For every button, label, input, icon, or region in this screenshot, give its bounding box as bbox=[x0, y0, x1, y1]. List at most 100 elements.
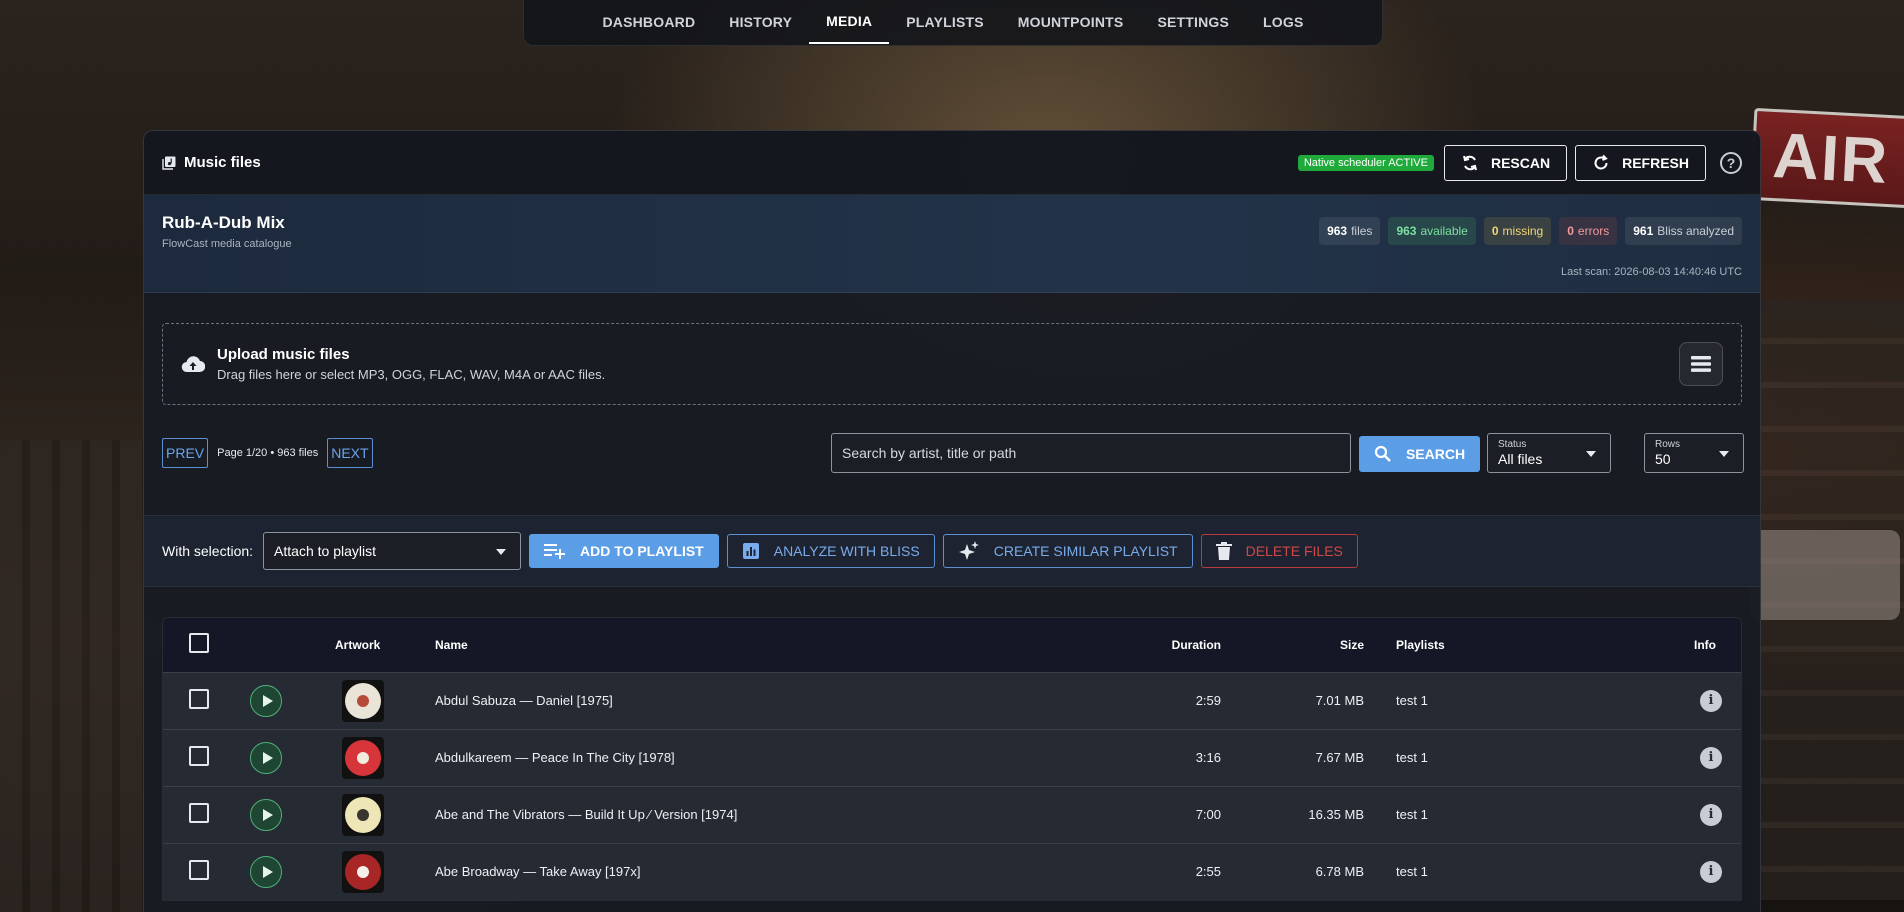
rescan-label: RESCAN bbox=[1490, 154, 1551, 171]
nav-playlists[interactable]: PLAYLISTS bbox=[889, 0, 1001, 44]
upload-subtitle: Drag files here or select MP3, OGG, FLAC… bbox=[217, 367, 606, 382]
upload-text: Upload music files Drag files here or se… bbox=[217, 346, 605, 382]
artwork-thumbnail bbox=[342, 736, 384, 779]
last-scan-timestamp: Last scan: 2026-08-03 14:40:46 UTC bbox=[1560, 266, 1742, 278]
track-name: Abe and The Vibrators — Build It Up ⁄ Ve… bbox=[435, 807, 738, 822]
rescan-button[interactable]: RESCAN bbox=[1443, 144, 1568, 181]
music-files-card: Music files Native scheduler ACTIVE RESC… bbox=[143, 130, 1761, 912]
row-artwork-cell bbox=[335, 672, 423, 729]
refresh-button[interactable]: REFRESH bbox=[1575, 144, 1706, 181]
info-icon[interactable]: i bbox=[1700, 803, 1722, 826]
stat-missing-label: missing bbox=[1502, 224, 1544, 238]
row-info-cell: i bbox=[1504, 672, 1741, 729]
rescan-icon bbox=[1462, 155, 1477, 170]
table-row[interactable]: Abdul Sabuza — Daniel [1975] 2:59 7.01 M… bbox=[163, 672, 1741, 729]
record-center bbox=[357, 808, 369, 821]
analyze-bliss-button[interactable]: ANALYZE WITH BLISS bbox=[726, 534, 935, 568]
play-button[interactable] bbox=[250, 684, 282, 717]
record-label-image bbox=[345, 853, 381, 890]
nav-dashboard[interactable]: DASHBOARD bbox=[585, 0, 712, 44]
queue-list-icon bbox=[1691, 356, 1711, 372]
help-icon[interactable]: ? bbox=[1720, 151, 1742, 174]
upload-queue-button[interactable] bbox=[1679, 342, 1723, 386]
row-checkbox[interactable] bbox=[189, 689, 209, 709]
nav-logs[interactable]: LOGS bbox=[1246, 0, 1320, 44]
name-header[interactable]: Name bbox=[423, 618, 963, 672]
upload-cloud-icon bbox=[181, 356, 205, 373]
record-label-image bbox=[345, 739, 381, 776]
table-row[interactable]: Abe and The Vibrators — Build It Up ⁄ Ve… bbox=[163, 786, 1741, 843]
row-info-cell: i bbox=[1504, 786, 1741, 843]
search-label: SEARCH bbox=[1405, 446, 1466, 462]
page-info: Page 1/20 • 963 files bbox=[217, 447, 319, 459]
rows-select[interactable]: Rows 50 bbox=[1644, 433, 1744, 473]
status-select-value: All files bbox=[1498, 451, 1543, 467]
add-to-playlist-button[interactable]: ADD TO PLAYLIST bbox=[529, 534, 719, 568]
stat-available-count: 963 bbox=[1396, 224, 1417, 238]
row-artwork-cell bbox=[335, 843, 423, 900]
record-label-image bbox=[345, 796, 381, 833]
row-select-cell bbox=[163, 672, 235, 729]
stat-bliss-count: 961 bbox=[1633, 224, 1654, 238]
sparkles-icon bbox=[958, 541, 979, 560]
nav-media[interactable]: MEDIA bbox=[809, 0, 890, 44]
info-icon[interactable]: i bbox=[1700, 860, 1722, 883]
track-name: Abdulkareem — Peace In The City [1978] bbox=[435, 750, 675, 765]
track-playlists: test 1 bbox=[1396, 750, 1428, 765]
track-playlists: test 1 bbox=[1396, 864, 1428, 880]
info-icon[interactable]: i bbox=[1700, 689, 1722, 712]
stat-missing-count: 0 bbox=[1491, 224, 1499, 238]
stat-files-label: files bbox=[1351, 224, 1373, 238]
chevron-down-icon bbox=[1586, 451, 1596, 457]
analytics-icon bbox=[742, 543, 759, 559]
delete-files-label: DELETE FILES bbox=[1245, 543, 1343, 559]
artwork-thumbnail bbox=[342, 679, 384, 722]
play-icon bbox=[262, 808, 273, 821]
play-button[interactable] bbox=[250, 855, 282, 888]
prev-page-button[interactable]: PREV bbox=[162, 438, 209, 468]
duration-header[interactable]: Duration bbox=[963, 618, 1221, 672]
table-row[interactable]: Abe Broadway — Take Away [197x] 2:55 6.7… bbox=[163, 843, 1741, 900]
table-header-row: Artwork Name Duration Size Playlists Inf… bbox=[163, 618, 1741, 672]
nav-history[interactable]: HISTORY bbox=[712, 0, 809, 44]
create-similar-playlist-button[interactable]: CREATE SIMILAR PLAYLIST bbox=[942, 534, 1193, 568]
select-all-checkbox[interactable] bbox=[189, 633, 209, 654]
track-duration: 3:16 bbox=[1195, 750, 1221, 765]
stat-missing: 0 missing bbox=[1483, 217, 1552, 245]
record-center bbox=[357, 865, 369, 878]
status-select[interactable]: Status All files bbox=[1487, 433, 1611, 473]
stat-bliss: 961 Bliss analyzed bbox=[1625, 217, 1742, 245]
play-header bbox=[235, 618, 335, 672]
play-button[interactable] bbox=[250, 798, 282, 831]
size-header[interactable]: Size bbox=[1221, 618, 1364, 672]
table-row[interactable]: Abdulkareem — Peace In The City [1978] 3… bbox=[163, 729, 1741, 786]
row-select-cell bbox=[163, 843, 235, 900]
row-play-cell bbox=[235, 672, 335, 729]
next-page-button[interactable]: NEXT bbox=[327, 438, 373, 468]
catalogue-summary: Rub-A-Dub Mix FlowCast media catalogue 9… bbox=[144, 195, 1760, 293]
upload-dropzone[interactable]: Upload music files Drag files here or se… bbox=[162, 323, 1742, 405]
track-size: 16.35 MB bbox=[1308, 807, 1364, 822]
nav-settings[interactable]: SETTINGS bbox=[1140, 0, 1246, 44]
row-checkbox[interactable] bbox=[189, 803, 209, 823]
search-input[interactable] bbox=[831, 433, 1351, 473]
files-table-container: Artwork Name Duration Size Playlists Inf… bbox=[162, 617, 1742, 901]
row-checkbox[interactable] bbox=[189, 860, 209, 881]
row-checkbox[interactable] bbox=[189, 746, 209, 766]
record-center bbox=[357, 751, 369, 764]
list-toolbar: PREV Page 1/20 • 963 files NEXT SEARCH S… bbox=[144, 405, 1760, 515]
info-icon[interactable]: i bbox=[1700, 746, 1722, 769]
nav-mountpoints[interactable]: MOUNTPOINTS bbox=[1001, 0, 1141, 44]
attach-playlist-select[interactable]: Attach to playlist bbox=[263, 532, 522, 570]
track-playlists: test 1 bbox=[1396, 807, 1428, 822]
search-button[interactable]: SEARCH bbox=[1359, 436, 1480, 472]
delete-files-button[interactable]: DELETE FILES bbox=[1200, 534, 1358, 568]
artwork-header: Artwork bbox=[335, 637, 381, 652]
artwork-thumbnail bbox=[342, 850, 384, 893]
row-info-cell: i bbox=[1504, 729, 1741, 786]
play-button[interactable] bbox=[250, 741, 282, 774]
play-icon bbox=[262, 694, 273, 707]
track-size: 6.78 MB bbox=[1315, 864, 1364, 880]
select-all-cell bbox=[163, 618, 235, 672]
stat-files: 963 files bbox=[1319, 217, 1381, 245]
